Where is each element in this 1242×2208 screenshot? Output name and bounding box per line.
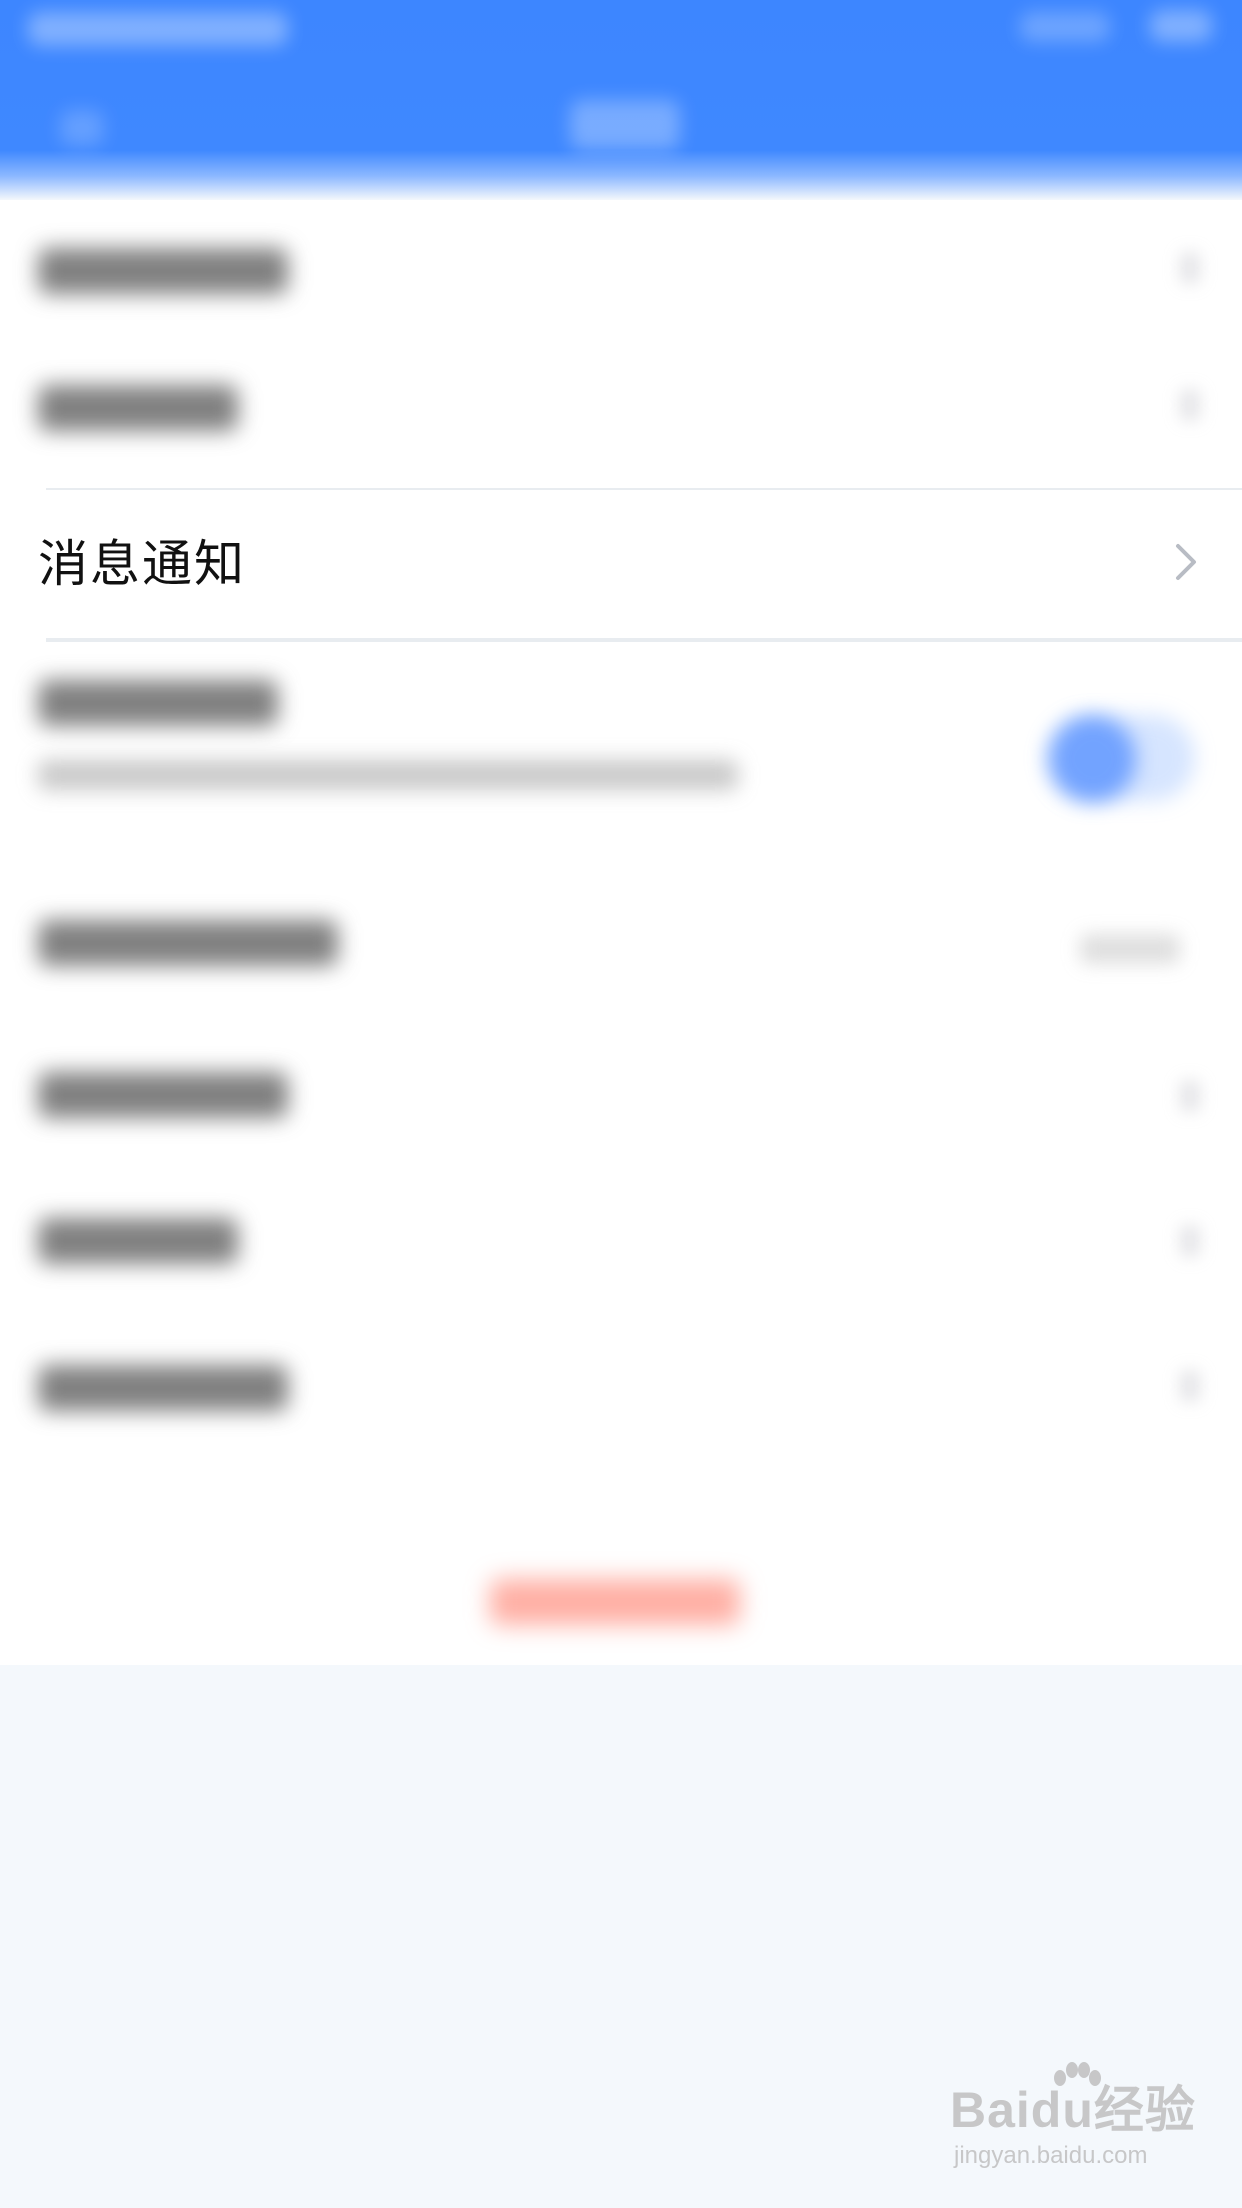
divider [46,640,1242,642]
baidu-jingyan-watermark: Baidu经验 jingyan.baidu.com [950,2062,1220,2190]
chevron-right-icon [1176,544,1196,580]
logout-button[interactable] [490,1579,740,1625]
settings-row-toggle-label-blurred [38,680,278,726]
page-title-blurred [570,100,680,150]
settings-row-8-label-blurred [38,1365,288,1411]
settings-row-2-label-blurred [38,385,238,431]
header-bar [0,0,1242,200]
settings-row-5-value-blurred [1080,934,1180,964]
settings-row-2[interactable] [0,335,1242,490]
chevron-right-icon [1180,252,1200,284]
settings-row-5-label-blurred [38,920,338,966]
settings-screen: 消息通知 Baidu经验 jingyan.baidu.com [0,0,1242,2208]
chevron-right-icon [1180,1370,1200,1402]
status-bar-left-blurred [28,12,288,46]
status-bar-signal-blurred [1020,12,1110,42]
chevron-right-icon [1180,1080,1200,1112]
divider [46,638,1242,640]
chevron-right-icon [1180,389,1200,421]
settings-row-7-label-blurred [38,1218,238,1264]
settings-row-6-label-blurred [38,1072,288,1118]
back-button[interactable] [60,110,104,146]
settings-list [0,200,1242,1665]
logout-section [0,1545,1242,1665]
settings-row-1[interactable] [0,200,1242,335]
watermark-url: jingyan.baidu.com [954,2142,1148,2169]
chevron-right-icon [1180,1225,1200,1257]
toggle-knob [1050,716,1136,802]
settings-row-toggle-description-blurred [38,760,738,790]
settings-item-notifications[interactable]: 消息通知 [0,490,1242,638]
battery-icon [1150,10,1212,42]
watermark-brand: Baidu经验 [950,2082,1196,2138]
settings-item-notifications-label: 消息通知 [38,535,246,593]
settings-row-1-label-blurred [38,248,288,294]
